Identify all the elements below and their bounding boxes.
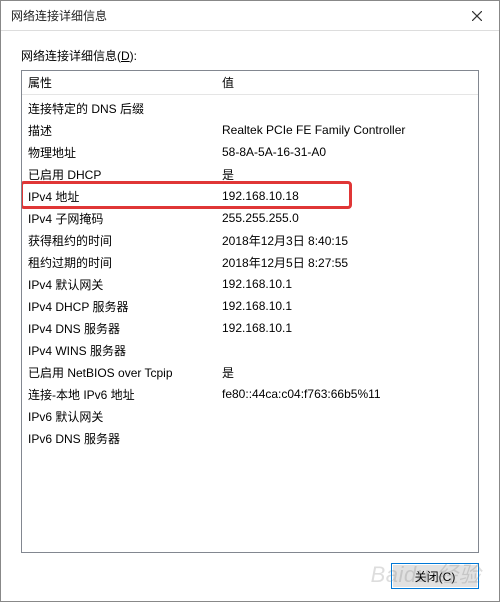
row-value: 是 (218, 364, 478, 381)
row-property: IPv4 地址 (22, 188, 218, 205)
table-row[interactable]: 已启用 DHCP是 (22, 163, 478, 185)
table-row[interactable]: IPv4 DNS 服务器192.168.10.1 (22, 317, 478, 339)
row-value: 是 (218, 166, 478, 183)
close-button[interactable]: 关闭(C) (391, 563, 479, 589)
table-row[interactable]: IPv4 WINS 服务器 (22, 339, 478, 361)
row-value: Realtek PCIe FE Family Controller (218, 123, 478, 137)
window-title: 网络连接详细信息 (11, 7, 455, 24)
table-row[interactable]: 获得租约的时间2018年12月3日 8:40:15 (22, 229, 478, 251)
header-value[interactable]: 值 (218, 74, 478, 91)
button-row: 关闭(C) (21, 553, 479, 589)
titlebar: 网络连接详细信息 (1, 1, 499, 31)
row-property: IPv6 DNS 服务器 (22, 430, 218, 447)
row-value: 192.168.10.1 (218, 299, 478, 313)
row-value: 255.255.255.0 (218, 211, 478, 225)
table-row[interactable]: IPv6 默认网关 (22, 405, 478, 427)
row-value: fe80::44ca:c04:f763:66b5%11 (218, 387, 478, 401)
row-property: IPv6 默认网关 (22, 408, 218, 425)
table-row[interactable]: 连接特定的 DNS 后缀 (22, 97, 478, 119)
row-value: 192.168.10.18 (218, 189, 478, 203)
table-row[interactable]: 已启用 NetBIOS over Tcpip是 (22, 361, 478, 383)
row-property: 物理地址 (22, 144, 218, 161)
row-property: IPv4 DHCP 服务器 (22, 298, 218, 315)
header-property[interactable]: 属性 (22, 74, 218, 91)
row-property: 连接特定的 DNS 后缀 (22, 100, 218, 117)
row-value: 192.168.10.1 (218, 277, 478, 291)
details-listbox[interactable]: 属性 值 连接特定的 DNS 后缀描述Realtek PCIe FE Famil… (21, 70, 479, 553)
table-row[interactable]: IPv4 DHCP 服务器192.168.10.1 (22, 295, 478, 317)
list-header: 属性 值 (22, 71, 478, 95)
table-row[interactable]: 连接-本地 IPv6 地址fe80::44ca:c04:f763:66b5%11 (22, 383, 478, 405)
section-label: 网络连接详细信息(D): (21, 47, 479, 64)
table-row[interactable]: IPv4 默认网关192.168.10.1 (22, 273, 478, 295)
row-value: 2018年12月3日 8:40:15 (218, 232, 478, 249)
row-property: 已启用 DHCP (22, 166, 218, 183)
content-area: 网络连接详细信息(D): 属性 值 连接特定的 DNS 后缀描述Realtek … (1, 31, 499, 601)
row-property: 已启用 NetBIOS over Tcpip (22, 364, 218, 381)
window-close-button[interactable] (455, 1, 499, 31)
table-row[interactable]: 物理地址58-8A-5A-16-31-A0 (22, 141, 478, 163)
row-property: IPv4 子网掩码 (22, 210, 218, 227)
row-property: 描述 (22, 122, 218, 139)
table-row[interactable]: 租约过期的时间2018年12月5日 8:27:55 (22, 251, 478, 273)
row-value: 192.168.10.1 (218, 321, 478, 335)
table-row[interactable]: 描述Realtek PCIe FE Family Controller (22, 119, 478, 141)
rows-container: 连接特定的 DNS 后缀描述Realtek PCIe FE Family Con… (22, 95, 478, 449)
table-row[interactable]: IPv4 地址192.168.10.18 (22, 185, 478, 207)
row-property: 租约过期的时间 (22, 254, 218, 271)
row-property: IPv4 DNS 服务器 (22, 320, 218, 337)
dialog-window: 网络连接详细信息 网络连接详细信息(D): 属性 值 连接特定的 DNS 后缀描… (0, 0, 500, 602)
row-property: IPv4 WINS 服务器 (22, 342, 218, 359)
row-value: 58-8A-5A-16-31-A0 (218, 145, 478, 159)
row-property: IPv4 默认网关 (22, 276, 218, 293)
row-property: 连接-本地 IPv6 地址 (22, 386, 218, 403)
row-value: 2018年12月5日 8:27:55 (218, 254, 478, 271)
close-icon (472, 11, 482, 21)
table-row[interactable]: IPv4 子网掩码255.255.255.0 (22, 207, 478, 229)
table-row[interactable]: IPv6 DNS 服务器 (22, 427, 478, 449)
row-property: 获得租约的时间 (22, 232, 218, 249)
